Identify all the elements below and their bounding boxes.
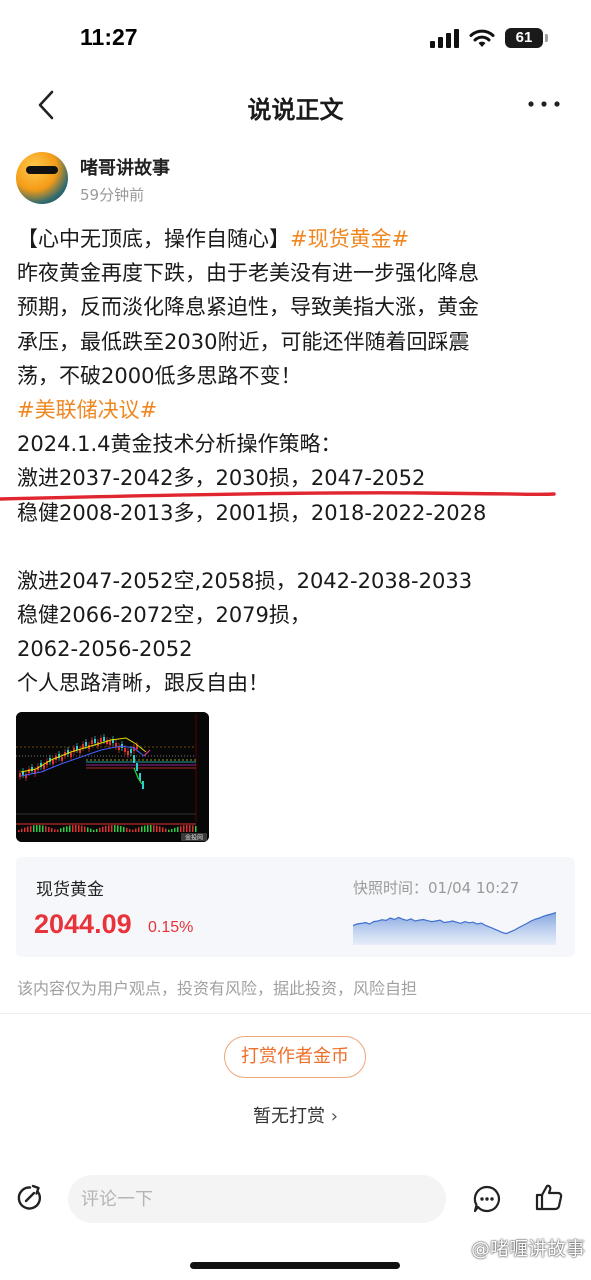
more-icon[interactable] — [527, 94, 561, 114]
post-body: 【心中无顶底，操作自随心】#现货黄金# 昨夜黄金再度下跌，由于老美没有进一步强化降… — [17, 222, 577, 701]
like-icon[interactable] — [534, 1182, 564, 1212]
post-line: #美联储决议# — [17, 393, 577, 427]
post-line: 激进2037-2042多，2030损，2047-2052 — [17, 461, 577, 495]
post-text: 2062-2056-2052 — [17, 637, 193, 662]
wifi-icon — [469, 29, 495, 47]
post-time: 59分钟前 — [80, 186, 145, 204]
status-time: 11:27 — [80, 24, 138, 50]
comment-icon[interactable] — [472, 1184, 502, 1214]
post-text: 荡，不破2000低多思路不变！ — [17, 363, 302, 388]
post-line — [17, 530, 577, 564]
post-line: 荡，不破2000低多思路不变！ — [17, 359, 577, 393]
chart-image[interactable]: 金投网 — [16, 712, 209, 842]
avatar[interactable] — [16, 152, 68, 204]
battery-level: 61 — [515, 29, 533, 46]
page-title: 说说正文 — [247, 96, 344, 124]
chevron-right-icon: › — [325, 1106, 338, 1127]
reward-author-button[interactable]: 打赏作者金币 — [224, 1036, 366, 1078]
hashtag-link[interactable]: #美联储决议# — [17, 398, 157, 422]
post-text: 个人思路清晰，跟反自由！ — [17, 671, 269, 696]
post-line: 昨夜黄金再度下跌，由于老美没有进一步强化降息 — [17, 256, 577, 290]
post-text: 激进2037-2042多，2030损，2047-2052 — [17, 466, 426, 491]
post-line: 【心中无顶底，操作自随心】#现货黄金# — [17, 222, 577, 256]
home-indicator — [190, 1262, 400, 1269]
post-text: 【心中无顶底，操作自随心】 — [17, 227, 290, 251]
post-line: 个人思路清晰，跟反自由！ — [17, 666, 577, 700]
divider — [0, 1013, 591, 1014]
status-bar: 11:27 61 — [0, 0, 591, 80]
cellular-signal-icon — [430, 29, 459, 48]
post-text: 稳健2066-2072空，2079损， — [17, 603, 311, 628]
price-sparkline — [353, 912, 556, 945]
no-reward-label: 暂无打赏 — [253, 1106, 326, 1127]
author-header: 啫哥讲故事 59分钟前 — [16, 152, 576, 208]
post-text: 昨夜黄金再度下跌，由于老美没有进一步强化降息 — [17, 261, 479, 286]
watermark: @啫喱讲故事 — [470, 1238, 585, 1260]
post-line: 稳健2066-2072空，2079损， — [17, 598, 577, 632]
no-reward-link[interactable]: 暂无打赏 › — [0, 1102, 591, 1128]
quote-name: 现货黄金 — [36, 880, 104, 900]
post-text: 激进2047-2052空,2058损，2042-2038-2033 — [17, 568, 473, 593]
post-text: 2024.1.4黄金技术分析操作策略： — [17, 432, 342, 457]
hashtag-link[interactable]: #现货黄金# — [290, 227, 409, 251]
sparkline-area — [353, 912, 556, 945]
post-text: 稳健2008-2013多，2001损，2018-2022-2028 — [17, 500, 487, 525]
share-icon[interactable] — [16, 1184, 44, 1212]
post-text: 预期，反而淡化降息紧迫性，导致美指大涨，黄金 — [17, 295, 479, 320]
quote-price: 2044.09 — [34, 909, 132, 939]
post-line: 承压，最低跌至2030附近，可能还伴随着回踩震 — [17, 325, 577, 359]
comment-input[interactable] — [68, 1175, 446, 1223]
image-watermark-label: 金投网 — [185, 834, 203, 842]
post-text: 承压，最低跌至2030附近，可能还伴随着回踩震 — [17, 329, 470, 354]
snapshot-time: 快照时间：01/04 10:27 — [353, 879, 520, 897]
battery-icon: 61 — [505, 28, 548, 48]
nav-bar: 说说正文 — [0, 80, 591, 132]
candlestick-chart-thumbnail: 金投网 — [16, 712, 209, 842]
risk-disclaimer: 该内容仅为用户观点，投资有风险，据此投资，风险自担 — [17, 979, 418, 998]
quote-card[interactable]: 现货黄金 2044.09 0.15% 快照时间：01/04 10:27 — [16, 857, 575, 957]
post-line: 2062-2056-2052 — [17, 632, 577, 666]
post-line: 预期，反而淡化降息紧迫性，导致美指大涨，黄金 — [17, 290, 577, 324]
bottom-bar — [0, 1170, 591, 1230]
post-line: 稳健2008-2013多，2001损，2018-2022-2028 — [17, 496, 577, 530]
post-line: 2024.1.4黄金技术分析操作策略： — [17, 427, 577, 461]
post-line: 激进2047-2052空,2058损，2042-2038-2033 — [17, 564, 577, 598]
quote-change: 0.15% — [148, 919, 194, 936]
author-name[interactable]: 啫哥讲故事 — [80, 154, 170, 180]
status-icons: 61 — [429, 28, 548, 48]
